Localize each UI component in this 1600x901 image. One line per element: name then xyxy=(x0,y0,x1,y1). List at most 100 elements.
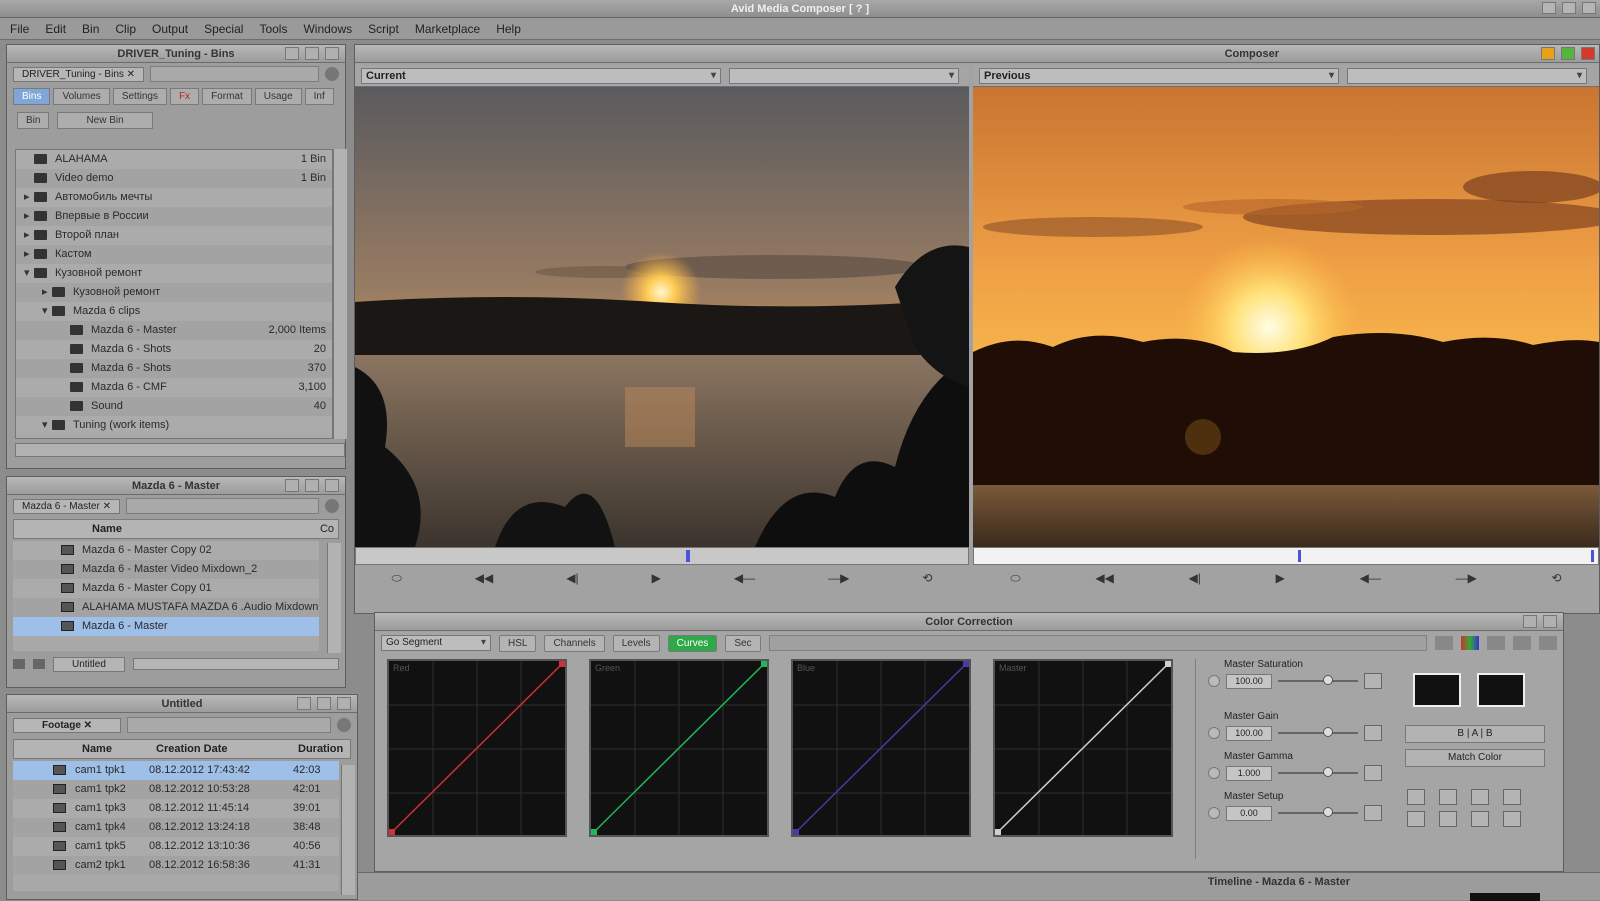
footage-bin-scrollbar[interactable] xyxy=(341,765,355,895)
bin-list-scrollbar[interactable] xyxy=(333,149,347,439)
expand-toggle-icon[interactable]: ▸ xyxy=(24,245,34,264)
slider-value-field[interactable]: 100.00 xyxy=(1226,673,1272,689)
source-position-bar[interactable] xyxy=(355,547,969,565)
bucket-button[interactable] xyxy=(1407,789,1425,805)
expand-toggle-icon[interactable]: ▸ xyxy=(24,226,34,245)
footage-row[interactable]: cam1 tpk4 08.12.2012 13:24:18 38:48 xyxy=(13,818,339,837)
menu-tools[interactable]: Tools xyxy=(259,22,287,36)
curve-graph-blue[interactable]: Blue xyxy=(791,659,971,837)
curve-control-point[interactable] xyxy=(963,661,969,667)
tab-secondary[interactable]: Sec xyxy=(725,634,761,652)
panel-menu-icon[interactable] xyxy=(337,718,351,732)
source-play-button[interactable]: ▶ xyxy=(652,571,661,585)
tab-settings[interactable]: Settings xyxy=(112,88,167,105)
bin-view-icon[interactable] xyxy=(33,659,45,669)
footage-row[interactable]: cam1 tpk1 08.12.2012 17:43:42 42:03 xyxy=(13,761,339,780)
record-position-bar[interactable] xyxy=(973,547,1599,565)
bin-list-item[interactable]: ▾ Кузовной ремонт xyxy=(16,264,332,283)
column-header-name[interactable]: Name xyxy=(92,520,122,538)
bin-list-item[interactable]: Mazda 6 - Master 2,000 Items xyxy=(16,321,332,340)
tab-fx[interactable]: Fx xyxy=(169,88,200,105)
maximize-button[interactable] xyxy=(1562,2,1576,14)
slider-value-field[interactable]: 0.00 xyxy=(1226,805,1272,821)
column-header-duration[interactable]: Duration xyxy=(298,740,343,758)
bin-list-item[interactable]: Mazda 6 - Shots 370 xyxy=(16,359,332,378)
source-color-swatch[interactable] xyxy=(1413,673,1461,707)
tab-curves[interactable]: Curves xyxy=(667,634,718,652)
compare-button[interactable]: B | A | B xyxy=(1405,725,1545,743)
tab-usage[interactable]: Usage xyxy=(254,88,302,105)
menu-help[interactable]: Help xyxy=(496,22,521,36)
bin-list-hscrollbar[interactable] xyxy=(15,443,345,457)
bin-list-item[interactable]: Video demo 1 Bin xyxy=(16,169,332,188)
record-mark-out-button[interactable]: —▶ xyxy=(1456,571,1477,585)
reset-button[interactable] xyxy=(1364,805,1382,821)
master-bin-tab[interactable]: Mazda 6 - Master ✕ xyxy=(13,498,120,514)
minimize-button[interactable] xyxy=(1542,2,1556,14)
reset-button[interactable] xyxy=(1364,673,1382,689)
cc-tool-icon[interactable] xyxy=(1539,636,1557,650)
enable-toggle[interactable] xyxy=(1208,767,1220,779)
bin-list-item[interactable]: Mazda 6 - CMF 3,100 xyxy=(16,378,332,397)
column-header-creation-date[interactable]: Creation Date xyxy=(156,740,228,758)
panel-minimize-button[interactable] xyxy=(285,47,299,60)
curve-control-point[interactable] xyxy=(389,829,395,835)
bin-list-item[interactable]: ▸ Впервые в России xyxy=(16,207,332,226)
expand-toggle-icon[interactable]: ▸ xyxy=(42,283,52,302)
tab-format[interactable]: Format xyxy=(202,88,252,105)
clip-row[interactable]: ALAHAMA MUSTAFA MAZDA 6 .Audio Mixdown xyxy=(13,598,319,617)
menu-special[interactable]: Special xyxy=(204,22,243,36)
enable-toggle[interactable] xyxy=(1208,807,1220,819)
slider-track[interactable] xyxy=(1278,767,1358,777)
bin-list-item[interactable]: ▸ Автомобиль мечты xyxy=(16,188,332,207)
bin-button[interactable]: Bin xyxy=(17,112,50,129)
close-button[interactable] xyxy=(1582,2,1596,14)
menu-bin[interactable]: Bin xyxy=(82,22,99,36)
composer-close-button[interactable] xyxy=(1581,47,1595,60)
menu-file[interactable]: File xyxy=(10,22,29,36)
master-bin-scrollbar[interactable] xyxy=(327,543,341,653)
bin-list-item[interactable]: ▸ Второй план xyxy=(16,226,332,245)
bin-view-icon[interactable] xyxy=(13,659,25,669)
bucket-button[interactable] xyxy=(1439,811,1457,827)
bin-footer-scrollbar[interactable] xyxy=(132,658,339,670)
menu-output[interactable]: Output xyxy=(152,22,188,36)
source-loop-button[interactable]: ⟲ xyxy=(922,571,932,585)
match-color-button[interactable]: Match Color xyxy=(1405,749,1545,767)
expand-toggle-icon[interactable]: ▾ xyxy=(24,264,34,283)
tab-volumes[interactable]: Volumes xyxy=(53,88,110,105)
slider-track[interactable] xyxy=(1278,727,1358,737)
record-mark-clip-button[interactable]: ⬭ xyxy=(1010,571,1020,586)
menu-edit[interactable]: Edit xyxy=(45,22,66,36)
footage-tab[interactable]: Footage ✕ xyxy=(13,717,122,733)
clip-row[interactable]: Mazda 6 - Master Video Mixdown_2 xyxy=(13,560,319,579)
source-rewind-button[interactable]: ◀◀ xyxy=(475,571,493,585)
record-info-select[interactable] xyxy=(1347,67,1587,84)
panel-close-button[interactable] xyxy=(337,697,351,710)
curve-control-point[interactable] xyxy=(995,829,1001,835)
record-position-indicator[interactable] xyxy=(1298,550,1301,562)
footage-row[interactable]: cam1 tpk2 08.12.2012 10:53:28 42:01 xyxy=(13,780,339,799)
curve-control-point[interactable] xyxy=(1165,661,1171,667)
expand-toggle-icon[interactable]: ▸ xyxy=(24,207,34,226)
enable-toggle[interactable] xyxy=(1208,675,1220,687)
panel-maximize-button[interactable] xyxy=(317,697,331,710)
source-mark-clip-button[interactable]: ⬭ xyxy=(392,571,402,586)
expand-toggle-icon[interactable]: ▾ xyxy=(42,302,52,321)
reset-button[interactable] xyxy=(1364,765,1382,781)
menu-windows[interactable]: Windows xyxy=(303,22,352,36)
footage-row[interactable]: cam1 tpk3 08.12.2012 11:45:14 39:01 xyxy=(13,799,339,818)
record-viewer[interactable] xyxy=(973,87,1599,547)
bucket-button[interactable] xyxy=(1503,811,1521,827)
slider-value-field[interactable]: 1.000 xyxy=(1226,765,1272,781)
source-mark-in-button[interactable]: ◀— xyxy=(734,571,755,585)
new-bin-button[interactable]: New Bin xyxy=(57,112,153,129)
source-viewer[interactable] xyxy=(355,87,969,547)
curve-graph-green[interactable]: Green xyxy=(589,659,769,837)
slider-track[interactable] xyxy=(1278,807,1358,817)
menu-clip[interactable]: Clip xyxy=(115,22,136,36)
tab-levels[interactable]: Levels xyxy=(612,634,660,652)
cc-tool-icon[interactable] xyxy=(1487,636,1505,650)
panel-close-button[interactable] xyxy=(325,47,339,60)
panel-close-button[interactable] xyxy=(325,479,339,492)
